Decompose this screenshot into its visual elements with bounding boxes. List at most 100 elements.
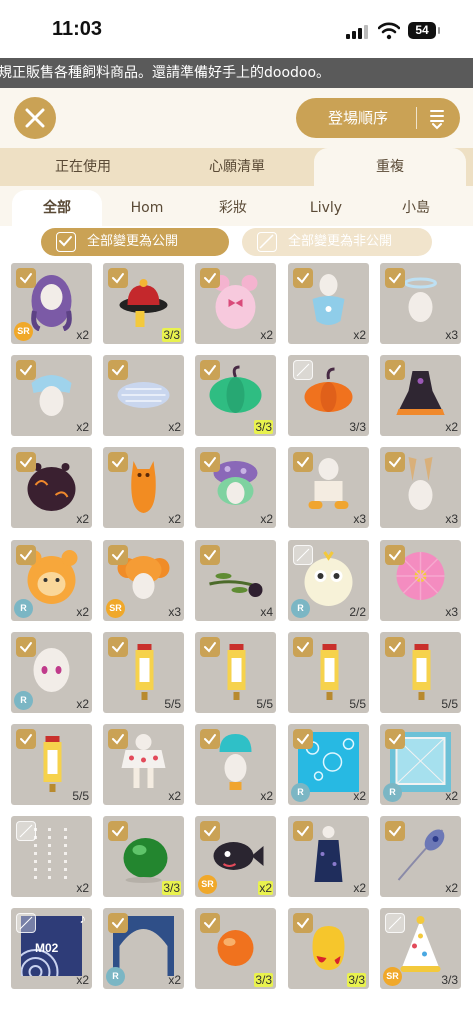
public-checkbox-checked[interactable] [108, 545, 128, 565]
public-checkbox-checked[interactable] [108, 913, 128, 933]
public-checkbox-checked[interactable] [293, 268, 313, 288]
public-checkbox-checked[interactable] [293, 821, 313, 841]
public-checkbox-checked[interactable] [293, 729, 313, 749]
public-checkbox-checked[interactable] [200, 637, 220, 657]
subtab-island[interactable]: 小島 [376, 190, 456, 226]
inventory-item[interactable]: x2 [11, 355, 92, 436]
public-checkbox-checked[interactable] [293, 637, 313, 657]
inventory-item[interactable]: x2 [288, 263, 369, 344]
inventory-item[interactable]: 5/5 [103, 632, 184, 713]
inventory-item[interactable]: x2 [195, 447, 276, 528]
inventory-item[interactable]: x2 [195, 263, 276, 344]
public-checkbox-checked[interactable] [200, 913, 220, 933]
subtab-hom[interactable]: Hom [108, 190, 186, 226]
public-checkbox-checked[interactable] [108, 452, 128, 472]
inventory-item[interactable]: 3/3 [288, 355, 369, 436]
public-checkbox-unchecked[interactable] [293, 545, 313, 565]
inventory-item[interactable]: Rx2 [288, 724, 369, 805]
public-checkbox-checked[interactable] [108, 729, 128, 749]
inventory-item[interactable]: M02 ♪ x2 [11, 908, 92, 989]
inventory-item[interactable]: x2 [103, 355, 184, 436]
inventory-item[interactable]: x2 [380, 816, 461, 897]
public-checkbox-checked[interactable] [200, 268, 220, 288]
inventory-item[interactable]: x3 [288, 447, 369, 528]
sort-order-button[interactable]: 登場順序 [296, 98, 460, 138]
inventory-item[interactable]: SR x2 [195, 816, 276, 897]
public-checkbox-checked[interactable] [200, 452, 220, 472]
public-checkbox-checked[interactable] [200, 821, 220, 841]
inventory-item[interactable]: SR x3 [103, 540, 184, 621]
public-checkbox-checked[interactable] [16, 360, 36, 380]
subtab-all[interactable]: 全部 [12, 190, 102, 226]
public-checkbox-checked[interactable] [293, 452, 313, 472]
public-checkbox-checked[interactable] [385, 268, 405, 288]
inventory-item[interactable]: 5/5 [11, 724, 92, 805]
public-checkbox-checked[interactable] [16, 637, 36, 657]
inventory-item[interactable]: SR x2 [11, 263, 92, 344]
inventory-item[interactable]: Rx2 [11, 540, 92, 621]
public-checkbox-checked[interactable] [16, 729, 36, 749]
inventory-item[interactable]: 5/5 [288, 632, 369, 713]
public-checkbox-checked[interactable] [293, 913, 313, 933]
public-checkbox-checked[interactable] [16, 452, 36, 472]
set-all-public-button[interactable]: 全部變更為公開 [41, 228, 229, 256]
item-count: x2 [76, 881, 89, 895]
tab-wishlist[interactable]: 心願清單 [170, 148, 304, 186]
public-checkbox-checked[interactable] [385, 821, 405, 841]
inventory-item[interactable]: Rx2 [103, 908, 184, 989]
public-checkbox-checked[interactable] [385, 637, 405, 657]
public-checkbox-unchecked[interactable] [385, 913, 405, 933]
public-checkbox-unchecked[interactable] [16, 913, 36, 933]
inventory-item[interactable]: 3/3 [195, 908, 276, 989]
public-checkbox-checked[interactable] [385, 545, 405, 565]
inventory-item[interactable]: 3/3 [103, 263, 184, 344]
rarity-badge: SR [14, 322, 33, 341]
inventory-item[interactable]: 3/3 [288, 908, 369, 989]
inventory-item[interactable]: x3 [380, 447, 461, 528]
sort-order-label: 登場順序 [328, 109, 389, 127]
inventory-item[interactable]: x3 [380, 263, 461, 344]
inventory-item[interactable]: x2 [11, 816, 92, 897]
public-checkbox-checked[interactable] [108, 821, 128, 841]
public-checkbox-checked[interactable] [108, 268, 128, 288]
inventory-item[interactable]: x2 [380, 355, 461, 436]
inventory-item[interactable]: x3 [380, 540, 461, 621]
item-count: x2 [445, 789, 458, 803]
public-checkbox-checked[interactable] [16, 268, 36, 288]
inventory-item[interactable]: 5/5 [195, 632, 276, 713]
inventory-item[interactable]: SR 3/3 [380, 908, 461, 989]
inventory-item[interactable]: x2 [11, 447, 92, 528]
public-checkbox-checked[interactable] [385, 729, 405, 749]
set-all-private-button[interactable]: 全部變更為非公開 [242, 228, 432, 256]
inventory-item[interactable]: x2 [195, 724, 276, 805]
public-checkbox-unchecked[interactable] [16, 821, 36, 841]
subtab-livly[interactable]: Livly [286, 190, 366, 226]
inventory-item[interactable]: 3/3 [195, 355, 276, 436]
inventory-item[interactable]: x2 [103, 724, 184, 805]
inventory-item[interactable]: x2 [288, 816, 369, 897]
close-button[interactable] [14, 97, 56, 139]
inventory-item[interactable]: x2 [103, 447, 184, 528]
inventory-item[interactable]: 5/5 [380, 632, 461, 713]
inventory-item[interactable]: 3/3 [103, 816, 184, 897]
set-all-public-label: 全部變更為公開 [87, 234, 179, 249]
item-count: x4 [260, 605, 273, 619]
public-checkbox-checked[interactable] [385, 360, 405, 380]
subtab-makeup[interactable]: 彩妝 [194, 190, 272, 226]
public-checkbox-checked[interactable] [16, 545, 36, 565]
tab-in-use[interactable]: 正在使用 [18, 148, 148, 186]
public-checkbox-checked[interactable] [108, 360, 128, 380]
public-checkbox-checked[interactable] [200, 545, 220, 565]
inventory-item[interactable]: x4 [195, 540, 276, 621]
inventory-item[interactable]: Rx2 [11, 632, 92, 713]
item-count: x2 [353, 881, 366, 895]
public-checkbox-checked[interactable] [108, 637, 128, 657]
tab-duplicates[interactable]: 重複 [314, 148, 466, 186]
public-checkbox-checked[interactable] [200, 729, 220, 749]
inventory-item[interactable]: R 2/2 [288, 540, 369, 621]
public-checkbox-checked[interactable] [385, 452, 405, 472]
public-checkbox-unchecked[interactable] [293, 360, 313, 380]
public-checkbox-checked[interactable] [200, 360, 220, 380]
item-count: x2 [260, 789, 273, 803]
inventory-item[interactable]: Rx2 [380, 724, 461, 805]
